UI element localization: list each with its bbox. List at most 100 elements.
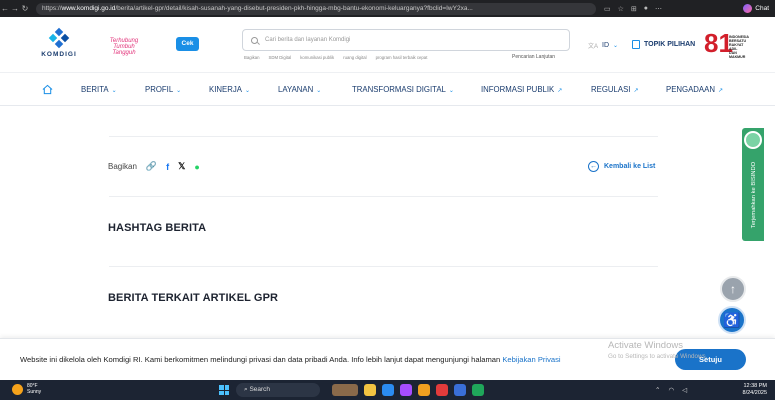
app-icon[interactable]	[332, 384, 358, 396]
search-hint[interactable]: SDM Digital	[269, 55, 292, 60]
privacy-policy-link[interactable]: Kebijakan Privasi	[502, 355, 560, 364]
nav-item-transformasi-digital[interactable]: TRANSFORMASI DIGITAL ⌄	[352, 73, 454, 107]
whatsapp-icon[interactable]: ●	[194, 162, 199, 172]
bookmark-star-icon[interactable]: ☆	[618, 5, 624, 13]
app-icon[interactable]	[436, 384, 448, 396]
nav-item-layanan[interactable]: LAYANAN ⌄	[278, 73, 321, 107]
weather-condition: Sunny	[27, 389, 42, 395]
chevron-down-icon: ⌄	[613, 43, 619, 49]
search-hint[interactable]: Bagikan	[244, 55, 260, 60]
app-icon[interactable]	[418, 384, 430, 396]
badge-text: INDONESIA BERSATU RAKYAT ADIL DAN MAKMUR	[729, 35, 749, 59]
clock-date: 8/24/2025	[742, 390, 767, 396]
taskbar-apps	[332, 384, 484, 396]
arrow-left-icon: ←	[588, 161, 599, 172]
back-to-list-link[interactable]: ← Kembali ke List	[588, 161, 655, 172]
tagline-text: Terhubung Tumbuh Tangguh	[109, 38, 139, 56]
reload-icon[interactable]: ↻	[20, 4, 30, 13]
search-hint[interactable]: ruang digital	[343, 55, 366, 60]
nav-item-kinerja[interactable]: KINERJA ⌄	[209, 73, 250, 107]
topik-label: TOPIK PILIHAN	[644, 41, 696, 48]
url-prefix: https://	[42, 5, 62, 12]
accessibility-icon: ♿	[723, 312, 741, 328]
nav-item-informasi-publik[interactable]: INFORMASI PUBLIK ↗	[481, 73, 562, 107]
bisindo-label: Terjemahkan ke BISINDO	[751, 161, 757, 229]
home-icon[interactable]	[42, 84, 53, 95]
watermark-sub: Go to Settings to activate Windows.	[608, 353, 708, 360]
profile-icon[interactable]: ●	[644, 5, 648, 13]
search-hints: Bagikan SDM Digital komunikasi publik ru…	[244, 55, 427, 60]
back-label: Kembali ke List	[604, 163, 656, 170]
search-placeholder: Cari berita dan layanan Komdigi	[265, 37, 351, 43]
x-twitter-icon[interactable]: 𝕏	[178, 161, 185, 172]
external-link-icon: ↗	[717, 88, 723, 94]
document-icon	[632, 40, 640, 49]
nav-item-profil[interactable]: PROFIL ⌄	[145, 73, 181, 107]
scroll-top-button[interactable]: ↑	[720, 276, 746, 302]
browser-toolbar: ← → ↻ https://www.komdigi.go.id/berita/a…	[0, 0, 775, 17]
app-icon[interactable]	[382, 384, 394, 396]
facebook-icon[interactable]: f	[166, 162, 169, 172]
system-tray[interactable]: ⌃ ◠ ◁	[655, 386, 687, 394]
share-label: Bagikan	[108, 162, 137, 171]
search-hint[interactable]: komunikasi publik	[300, 55, 334, 60]
nav-item-regulasi[interactable]: REGULASI ↗	[591, 73, 638, 107]
bisindo-tab[interactable]: Terjemahkan ke BISINDO	[742, 128, 764, 241]
chat-button[interactable]: Chat	[743, 4, 769, 13]
chat-label: Chat	[755, 5, 769, 12]
copilot-icon	[743, 4, 753, 13]
link-icon[interactable]: 🔗	[146, 161, 157, 172]
divider	[109, 266, 658, 267]
url-path: /berita/artikel-gpr/detail/kisah-susanah…	[115, 5, 473, 12]
divider	[109, 136, 658, 137]
activate-windows-watermark: Activate Windows Go to Settings to activ…	[608, 340, 707, 362]
extensions-icon[interactable]: ⊞	[631, 5, 637, 13]
back-arrow-icon[interactable]: ←	[0, 4, 10, 13]
forward-arrow-icon[interactable]: →	[10, 4, 20, 13]
divider	[109, 196, 658, 197]
arrow-up-icon: ↑	[730, 282, 736, 296]
related-heading: BERITA TERKAIT ARTIKEL GPR	[108, 292, 279, 304]
nav-item-berita[interactable]: BERITA ⌄	[81, 73, 117, 107]
sun-icon	[12, 383, 23, 395]
reader-icon[interactable]: ▭	[604, 5, 611, 13]
external-link-icon: ↗	[557, 88, 563, 94]
site-header: KOMDIGI Terhubung Tumbuh Tangguh Cek Car…	[0, 17, 775, 72]
accessibility-button[interactable]: ♿	[718, 306, 746, 334]
taskbar-clock[interactable]: 12:38 PM 8/24/2025	[733, 383, 767, 397]
chevron-down-icon: ⌄	[111, 88, 117, 94]
taskbar-search-label: Search	[249, 386, 271, 393]
article-content: Bagikan 🔗 f 𝕏 ● ← Kembali ke List HASHTA…	[0, 106, 775, 338]
app-icon[interactable]	[454, 384, 466, 396]
hashtag-heading: HASHTAG BERITA	[108, 222, 207, 234]
search-box[interactable]: Cari berita dan layanan Komdigi	[242, 29, 570, 51]
komdigi-logo[interactable]: KOMDIGI	[36, 27, 82, 58]
weather-widget[interactable]: 80°F Sunny	[12, 383, 41, 395]
anniversary-81-badge: 81 INDONESIA BERSATU RAKYAT ADIL DAN MAK…	[704, 29, 749, 65]
language-label: ID	[602, 42, 610, 49]
advanced-search-link[interactable]: Pencarian Lanjutan	[512, 54, 555, 60]
app-icon[interactable]	[364, 384, 376, 396]
address-bar[interactable]: https://www.komdigi.go.id/berita/artikel…	[36, 2, 596, 15]
chevron-down-icon: ⌄	[176, 88, 182, 94]
search-hint[interactable]: program hasil terbaik cepat	[376, 55, 428, 60]
clock-time: 12:38 PM	[743, 383, 767, 389]
app-icon[interactable]	[472, 384, 484, 396]
topik-pilihan-button[interactable]: TOPIK PILIHAN	[632, 40, 695, 49]
language-selector[interactable]: 文A ID ⌄	[588, 41, 618, 50]
nav-item-pengadaan[interactable]: PENGADAAN ↗	[666, 73, 723, 107]
share-bar: Bagikan 🔗 f 𝕏 ●	[108, 161, 200, 172]
chevron-up-icon: ⌃	[655, 387, 661, 394]
menu-dots-icon[interactable]: ⋯	[655, 5, 662, 13]
chevron-down-icon: ⌄	[448, 88, 454, 94]
main-nav: BERITA ⌄ PROFIL ⌄ KINERJA ⌄ LAYANAN ⌄ TRANSF…	[0, 72, 775, 106]
cookie-message: Website ini dikelola oleh Komdigi RI. Ka…	[20, 355, 561, 364]
wifi-icon: ◠	[668, 387, 675, 394]
external-link-icon: ↗	[633, 88, 639, 94]
app-icon[interactable]	[400, 384, 412, 396]
windows-start-icon[interactable]	[219, 385, 229, 395]
search-icon	[251, 36, 258, 44]
taskbar-search[interactable]: ⌕ Search	[236, 383, 320, 397]
chevron-down-icon: ⌄	[244, 88, 250, 94]
cek-fakta-logo[interactable]: Cek	[176, 37, 199, 51]
